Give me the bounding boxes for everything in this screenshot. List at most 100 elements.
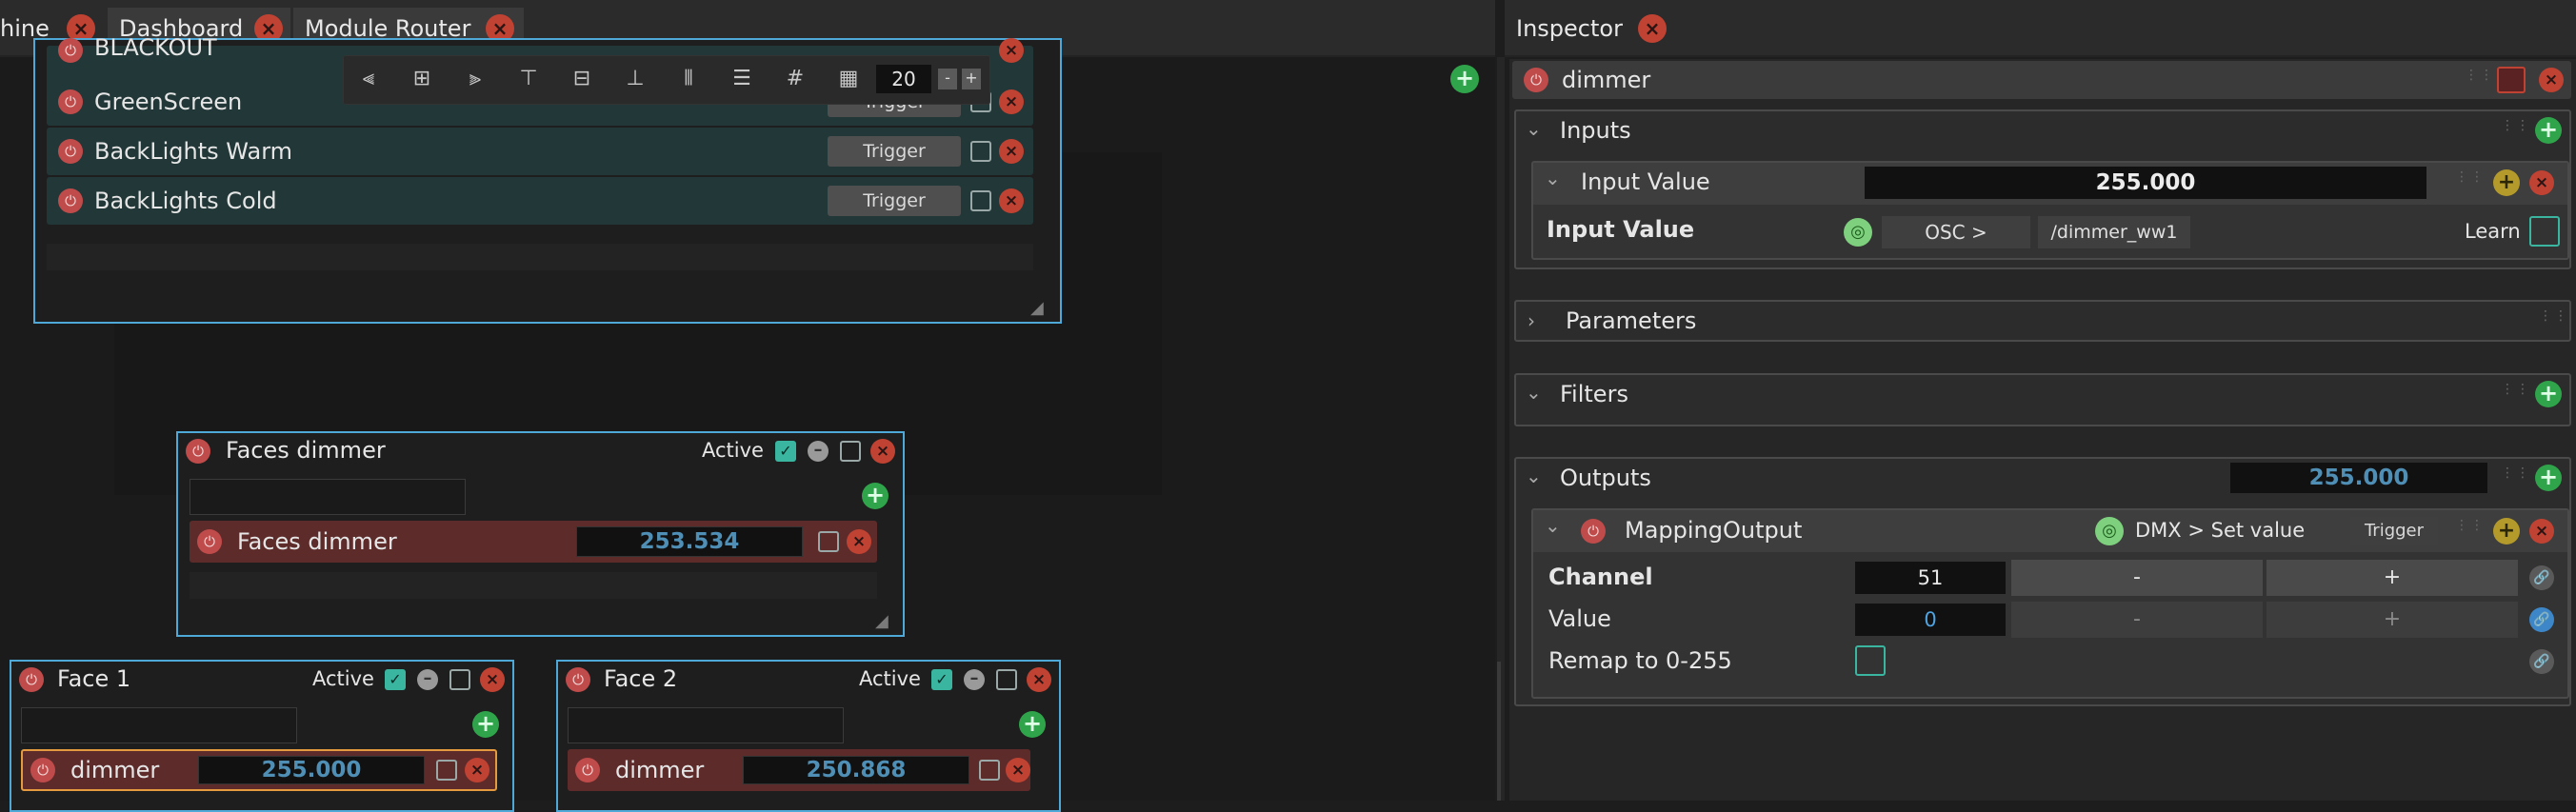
remove-icon[interactable]: ×	[480, 667, 505, 692]
add-icon[interactable]: +	[1019, 711, 1046, 738]
grid-size-decrease-button[interactable]: -	[938, 69, 957, 89]
power-icon[interactable]: ⏻	[197, 529, 222, 554]
trigger-row-backlights-cold[interactable]: ⏻ BackLights Cold Trigger ×	[47, 177, 1033, 225]
chevron-down-icon[interactable]: ⌄	[1545, 167, 1561, 189]
module-select[interactable]: OSC >	[1882, 216, 2030, 248]
show-grid-icon[interactable]: ▦	[830, 61, 867, 97]
power-icon[interactable]: ⏻	[58, 89, 83, 114]
link-icon[interactable]: 🔗	[2529, 565, 2554, 590]
value-field[interactable]: 0	[1855, 604, 2006, 636]
remove-icon[interactable]: ×	[999, 188, 1024, 213]
search-input[interactable]	[190, 479, 466, 515]
power-icon[interactable]: ⏻	[19, 667, 44, 692]
add-icon[interactable]: +	[472, 711, 499, 738]
enable-checkbox[interactable]	[840, 441, 861, 462]
add-filter-icon[interactable]: +	[2493, 518, 2520, 545]
align-bottom-icon[interactable]: ⊥	[617, 61, 653, 97]
link-icon[interactable]: 🔗	[2529, 649, 2554, 674]
faces-dimmer-item[interactable]: ⏻ Faces dimmer 253.534 ×	[190, 521, 877, 563]
item-value[interactable]: 255.000	[198, 756, 425, 784]
remove-icon[interactable]: ×	[870, 439, 895, 464]
trigger-button[interactable]: Trigger	[2350, 517, 2438, 545]
align-right-icon[interactable]: ⫸	[457, 61, 493, 97]
dashboard-add-icon[interactable]: +	[1450, 65, 1479, 93]
distribute-horizontal-icon[interactable]: ⫴	[670, 61, 707, 97]
chevron-right-icon[interactable]: ›	[1528, 309, 1535, 332]
distribute-vertical-icon[interactable]: ☰	[724, 61, 760, 97]
tab-inspector[interactable]: Inspector ×	[1505, 8, 1671, 50]
channel-decrease-button[interactable]: -	[2011, 560, 2263, 596]
power-icon[interactable]: ⏻	[58, 38, 83, 63]
drag-handle-icon[interactable]: ⋮⋮	[2501, 383, 2529, 406]
command-label[interactable]: DMX > Set value	[2135, 519, 2305, 542]
close-tab-inspector-icon[interactable]: ×	[1638, 14, 1667, 43]
drag-handle-icon[interactable]: ⋮⋮	[2455, 519, 2484, 542]
enable-checkbox[interactable]	[970, 190, 991, 211]
remove-icon[interactable]: ×	[847, 529, 871, 554]
resize-handle-icon[interactable]: ◢	[875, 612, 898, 631]
add-output-icon[interactable]: +	[2535, 465, 2562, 491]
trigger-row-backlights-warm[interactable]: ⏻ BackLights Warm Trigger ×	[47, 128, 1033, 175]
chevron-down-icon[interactable]: ⌄	[1545, 514, 1561, 537]
address-select[interactable]: /dimmer_ww1	[2038, 216, 2190, 248]
enable-checkbox[interactable]	[436, 760, 457, 781]
color-swatch[interactable]	[2497, 67, 2526, 93]
remove-icon[interactable]: ×	[2539, 68, 2564, 92]
drag-handle-icon[interactable]: ⋮⋮	[2501, 119, 2529, 142]
value-decrease-button[interactable]: -	[2011, 602, 2263, 638]
remove-icon[interactable]: ×	[465, 758, 489, 782]
face2-dimmer-item[interactable]: ⏻ dimmer 250.868 ×	[568, 749, 1030, 791]
power-icon[interactable]: ⏻	[186, 439, 210, 464]
remove-icon[interactable]: ×	[999, 139, 1024, 164]
item-value[interactable]: 250.868	[743, 756, 969, 784]
active-checkbox[interactable]: ✓	[775, 441, 796, 462]
chevron-down-icon[interactable]: ⌄	[1526, 381, 1542, 404]
align-center-vertical-icon[interactable]: ⊟	[564, 61, 600, 97]
enable-checkbox[interactable]	[449, 669, 470, 690]
chevron-down-icon[interactable]: ⌄	[1526, 465, 1542, 487]
power-icon[interactable]: ⏻	[58, 139, 83, 164]
resize-handle-icon[interactable]: ◢	[1030, 299, 1053, 318]
power-icon[interactable]: ⏻	[566, 667, 590, 692]
snap-grid-icon[interactable]: #	[777, 61, 813, 97]
add-filter-icon[interactable]: +	[2535, 381, 2562, 407]
add-filter-icon[interactable]: +	[2493, 169, 2520, 196]
parameters-section[interactable]: › Parameters ⋮⋮	[1514, 300, 2571, 342]
align-top-icon[interactable]: ⊤	[510, 61, 547, 97]
remove-icon[interactable]: ×	[999, 89, 1024, 114]
search-input[interactable]	[568, 707, 844, 743]
input-value-field[interactable]: 255.000	[1865, 167, 2426, 199]
trigger-button[interactable]: Trigger	[828, 136, 961, 167]
splitter-handle[interactable]	[1497, 662, 1501, 801]
search-input[interactable]	[21, 707, 297, 743]
align-left-icon[interactable]: ⫷	[350, 61, 387, 97]
face1-dimmer-item[interactable]: ⏻ dimmer 255.000 ×	[21, 749, 497, 791]
power-icon[interactable]: ⏻	[58, 188, 83, 213]
enable-checkbox[interactable]	[970, 141, 991, 162]
power-icon[interactable]: ⏻	[1581, 519, 1606, 544]
drag-handle-icon[interactable]: ⋮⋮	[2539, 309, 2567, 332]
channel-increase-button[interactable]: +	[2266, 560, 2518, 596]
drag-handle-icon[interactable]: ⋮⋮	[2501, 466, 2529, 489]
remove-icon[interactable]: ×	[2529, 519, 2554, 544]
channel-value-field[interactable]: 51	[1855, 562, 2006, 594]
link-icon[interactable]: 🔗	[2529, 607, 2554, 632]
collapse-icon[interactable]: –	[964, 669, 985, 690]
enable-checkbox[interactable]	[818, 531, 839, 552]
item-value[interactable]: 253.534	[576, 526, 803, 557]
enable-checkbox[interactable]	[979, 760, 1000, 781]
remove-icon[interactable]: ×	[1006, 758, 1030, 782]
value-increase-button[interactable]: +	[2266, 602, 2518, 638]
output-value[interactable]: 255.000	[2230, 463, 2487, 493]
align-center-horizontal-icon[interactable]: ⊞	[404, 61, 440, 97]
remove-icon[interactable]: ×	[999, 38, 1024, 63]
learn-checkbox[interactable]	[2529, 216, 2560, 247]
remap-checkbox[interactable]	[1855, 645, 1886, 676]
power-icon[interactable]: ⏻	[1524, 68, 1548, 92]
collapse-icon[interactable]: –	[417, 669, 438, 690]
add-icon[interactable]: +	[862, 483, 889, 509]
add-input-icon[interactable]: +	[2535, 117, 2562, 144]
active-checkbox[interactable]: ✓	[931, 669, 952, 690]
remove-icon[interactable]: ×	[2529, 170, 2554, 195]
grid-size-field[interactable]: 20	[876, 65, 931, 93]
